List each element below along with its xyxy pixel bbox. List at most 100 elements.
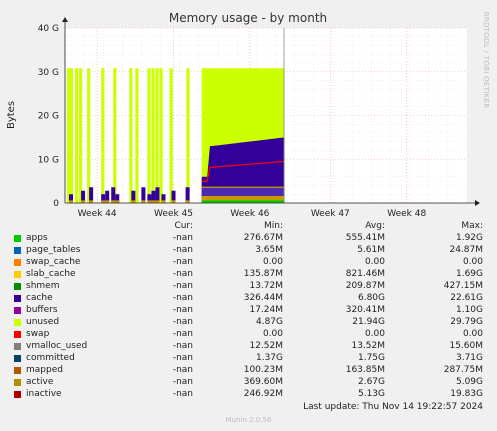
- legend-swatch: [14, 307, 21, 314]
- legend-cur: -nan: [172, 293, 193, 303]
- legend-row-swap_cache: swap_cache -nan 0.00 0.00 0.00: [0, 257, 497, 269]
- x-tick-label: Week 44: [78, 209, 117, 219]
- legend-avg: 21.94G: [352, 317, 385, 327]
- legend-min: 0.00: [262, 329, 283, 339]
- unused-area-segment: [169, 68, 173, 203]
- legend-row-cache: cache -nan 326.44M 6.80G 22.61G: [0, 293, 497, 305]
- legend-max: 1.10G: [455, 305, 483, 315]
- legend-header-cur: Cur:: [174, 221, 193, 231]
- legend-cur: -nan: [172, 233, 193, 243]
- legend-row-buffers: buffers -nan 17.24M 320.41M 1.10G: [0, 305, 497, 317]
- rrdtool-credit: RRDTOOL / TOBI OETIKER: [482, 12, 490, 109]
- legend-max: 22.61G: [450, 293, 483, 303]
- legend-cur: -nan: [172, 305, 193, 315]
- legend-swatch: [14, 367, 21, 374]
- legend-swatch: [14, 343, 21, 350]
- legend-swatch: [14, 331, 21, 338]
- legend-cur: -nan: [172, 377, 193, 387]
- legend-avg: 5.13G: [357, 389, 385, 399]
- legend-max: 427.15M: [443, 281, 483, 291]
- legend-name: committed: [26, 353, 75, 363]
- x-tick-label: Week 45: [154, 209, 193, 219]
- last-update: Last update: Thu Nov 14 19:22:57 2024: [303, 402, 483, 412]
- legend-avg: 320.41M: [345, 305, 385, 315]
- legend-name: apps: [26, 233, 48, 243]
- legend-min: 1.37G: [255, 353, 283, 363]
- legend-max: 0.00: [462, 329, 483, 339]
- legend-avg: 13.52M: [351, 341, 385, 351]
- legend-swatch: [14, 379, 21, 386]
- legend-name: active: [26, 377, 54, 387]
- legend-name: buffers: [26, 305, 58, 315]
- unused-area-segment: [151, 68, 155, 203]
- legend-header-max: Max:: [461, 221, 483, 231]
- legend-avg: 5.61M: [357, 245, 385, 255]
- legend-swatch: [14, 235, 21, 242]
- unused-area-segment: [155, 68, 159, 203]
- y-tick-label: 10 G: [38, 155, 59, 165]
- unused-area-segment: [67, 68, 71, 203]
- legend-min: 276.67M: [243, 233, 283, 243]
- legend-max: 15.60M: [449, 341, 483, 351]
- legend: Cur: Min: Avg: Max: apps -nan 276.67M 555.4…: [0, 221, 497, 401]
- legend-swatch: [14, 259, 21, 266]
- unused-area-segment: [75, 68, 79, 203]
- y-tick-label: 40 G: [38, 24, 59, 34]
- legend-max: 29.79G: [450, 317, 483, 327]
- legend-row-apps: apps -nan 276.67M 555.41M 1.92G: [0, 233, 497, 245]
- legend-cur: -nan: [172, 245, 193, 255]
- legend-header-min: Min:: [263, 221, 283, 231]
- legend-avg: 0.00: [364, 329, 385, 339]
- legend-name: vmalloc_used: [26, 341, 88, 351]
- unused-area-segment: [79, 68, 83, 203]
- legend-min: 13.72M: [249, 281, 283, 291]
- legend-row-mapped: mapped -nan 100.23M 163.85M 287.75M: [0, 365, 497, 377]
- legend-avg: 2.67G: [357, 377, 385, 387]
- legend-cur: -nan: [172, 389, 193, 399]
- legend-row-active: active -nan 369.60M 2.67G 5.09G: [0, 377, 497, 389]
- chart-title: Memory usage - by month: [169, 11, 327, 25]
- y-tick-label: 20 G: [38, 112, 59, 122]
- legend-max: 0.00: [462, 257, 483, 267]
- legend-header: Cur: Min: Avg: Max:: [0, 221, 497, 233]
- legend-cur: -nan: [172, 257, 193, 267]
- legend-min: 4.87G: [255, 317, 283, 327]
- legend-swatch: [14, 271, 21, 278]
- legend-max: 287.75M: [443, 365, 483, 375]
- legend-min: 12.52M: [249, 341, 283, 351]
- legend-name: slab_cache: [26, 269, 76, 279]
- legend-cur: -nan: [172, 329, 193, 339]
- legend-max: 1.92G: [455, 233, 483, 243]
- legend-row-inactive: inactive -nan 246.92M 5.13G 19.83G: [0, 389, 497, 401]
- legend-swatch: [14, 295, 21, 302]
- legend-avg: 163.85M: [345, 365, 385, 375]
- legend-swatch: [14, 319, 21, 326]
- legend-cur: -nan: [172, 281, 193, 291]
- y-tick-label: 30 G: [38, 68, 59, 78]
- x-tick-label: Week 48: [387, 209, 426, 219]
- legend-min: 17.24M: [249, 305, 283, 315]
- unused-area-segment: [147, 68, 151, 203]
- unused-area-segment: [129, 68, 133, 203]
- unused-area-segment: [159, 68, 163, 203]
- unused-area-segment: [87, 68, 91, 203]
- legend-min: 369.60M: [243, 377, 283, 387]
- legend-min: 326.44M: [243, 293, 283, 303]
- legend-name: inactive: [26, 389, 62, 399]
- legend-cur: -nan: [172, 269, 193, 279]
- legend-min: 100.23M: [243, 365, 283, 375]
- munin-version: Munin 2.0.56: [225, 416, 272, 424]
- unused-area-segment: [135, 68, 139, 203]
- legend-max: 5.09G: [455, 377, 483, 387]
- unused-area-segment: [101, 68, 105, 203]
- unused-area-segment: [113, 68, 117, 203]
- legend-cur: -nan: [172, 365, 193, 375]
- legend-row-slab_cache: slab_cache -nan 135.87M 821.46M 1.69G: [0, 269, 497, 281]
- legend-name: swap_cache: [26, 257, 81, 267]
- legend-row-vmalloc_used: vmalloc_used -nan 12.52M 13.52M 15.60M: [0, 341, 497, 353]
- legend-row-page_tables: page_tables -nan 3.65M 5.61M 24.87M: [0, 245, 497, 257]
- y-tick-label: 0: [53, 199, 59, 209]
- legend-header-avg: Avg:: [365, 221, 385, 231]
- legend-avg: 209.87M: [345, 281, 385, 291]
- legend-name: cache: [26, 293, 53, 303]
